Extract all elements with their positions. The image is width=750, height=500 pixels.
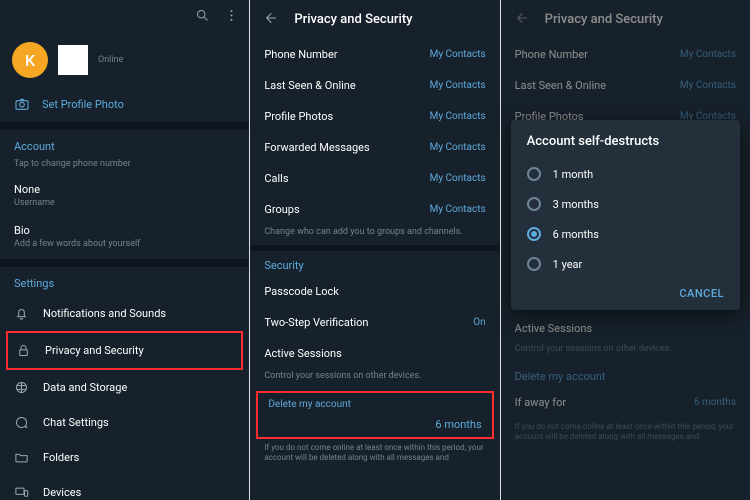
security-header: Security — [250, 245, 499, 276]
profile-row[interactable]: K Online — [0, 34, 249, 86]
chat-icon — [14, 415, 29, 430]
privacy-title: Privacy and Security — [545, 12, 663, 27]
settings-panel: K Online Set Profile Photo Account Tap t… — [0, 0, 249, 500]
sidebar-item-notifications[interactable]: Notifications and Sounds — [0, 296, 249, 331]
delete-account-box[interactable]: Delete my account 6 months — [256, 391, 493, 439]
search-icon[interactable] — [195, 8, 210, 26]
set-photo-label: Set Profile Photo — [42, 98, 124, 111]
sidebar-item-folders[interactable]: Folders — [0, 440, 249, 475]
row-value: My Contacts — [430, 49, 486, 60]
back-icon — [513, 10, 529, 29]
sidebar-item-label: Chat Settings — [43, 416, 109, 429]
option-label: 3 months — [553, 198, 599, 211]
sidebar-item-label: Notifications and Sounds — [43, 307, 166, 320]
more-icon[interactable] — [224, 8, 239, 26]
row-label: Phone Number — [264, 48, 337, 61]
sessions-hint: Control your sessions on other devices. — [250, 369, 499, 389]
radio-icon — [527, 167, 541, 181]
option-1-year[interactable]: 1 year — [527, 249, 724, 279]
row-profile-photos[interactable]: Profile Photos My Contacts — [250, 101, 499, 132]
privacy-title: Privacy and Security — [294, 12, 412, 27]
delete-header: Delete my account — [258, 393, 491, 412]
row-two-step[interactable]: Two-Step Verification On — [250, 307, 499, 338]
bio-field[interactable]: Bio Add a few words about yourself — [0, 218, 249, 259]
row-label: Groups — [264, 203, 299, 216]
groups-hint: Change who can add you to groups and cha… — [250, 225, 499, 245]
privacy-panel: Privacy and Security Phone Number My Cont… — [250, 0, 499, 500]
folder-icon — [14, 450, 29, 465]
cancel-button[interactable]: CANCEL — [679, 287, 724, 300]
row-value: My Contacts — [430, 204, 486, 215]
option-label: 6 months — [553, 228, 599, 241]
privacy-toolbar: Privacy and Security — [250, 0, 499, 39]
data-icon — [14, 380, 29, 395]
section-account: Account — [0, 122, 249, 159]
username-sub: Username — [14, 198, 235, 208]
back-icon[interactable] — [262, 10, 278, 29]
sidebar-item-devices[interactable]: Devices — [0, 475, 249, 500]
profile-status: Online — [98, 55, 123, 65]
privacy-panel-modal: Privacy and Security Phone NumberMy Cont… — [501, 0, 750, 500]
sidebar-item-label: Data and Storage — [43, 381, 127, 394]
row-label: Last Seen & Online — [264, 79, 355, 92]
camera-icon — [14, 96, 30, 112]
row-value: On — [473, 317, 485, 328]
option-3-months[interactable]: 3 months — [527, 189, 724, 219]
sidebar-item-label: Devices — [43, 486, 81, 499]
row-forwarded[interactable]: Forwarded Messages My Contacts — [250, 132, 499, 163]
avatar-thumb — [58, 45, 88, 75]
row-value: My Contacts — [430, 173, 486, 184]
phone-hint[interactable]: Tap to change phone number — [0, 159, 249, 177]
radio-icon — [527, 227, 541, 241]
sidebar-item-privacy[interactable]: Privacy and Security — [6, 331, 243, 370]
lock-icon — [16, 343, 31, 358]
option-label: 1 month — [553, 168, 594, 181]
row-value: My Contacts — [430, 142, 486, 153]
sidebar-item-label: Folders — [43, 451, 79, 464]
devices-icon — [14, 485, 29, 500]
row-label: Calls — [264, 172, 288, 185]
row-groups[interactable]: Groups My Contacts — [250, 194, 499, 225]
row-label: Two-Step Verification — [264, 316, 368, 329]
row-value: My Contacts — [430, 111, 486, 122]
radio-icon — [527, 197, 541, 211]
username-field[interactable]: None Username — [0, 177, 249, 218]
row-sessions[interactable]: Active Sessions — [250, 338, 499, 369]
delete-hint: If you do not come online at least once … — [250, 439, 499, 468]
bell-icon — [14, 306, 29, 321]
sidebar-item-label: Privacy and Security — [45, 344, 144, 357]
dialog-title: Account self-destructs — [527, 134, 724, 149]
row-phone-number[interactable]: Phone Number My Contacts — [250, 39, 499, 70]
delete-value: 6 months — [435, 418, 481, 431]
option-label: 1 year — [553, 258, 583, 271]
set-profile-photo[interactable]: Set Profile Photo — [0, 86, 249, 122]
avatar: K — [12, 42, 48, 78]
username-value: None — [14, 183, 235, 196]
settings-toolbar — [0, 0, 249, 34]
row-label: Active Sessions — [264, 347, 341, 360]
row-passcode[interactable]: Passcode Lock — [250, 276, 499, 307]
row-label: Profile Photos — [264, 110, 333, 123]
section-settings: Settings — [0, 259, 249, 296]
sidebar-item-data[interactable]: Data and Storage — [0, 370, 249, 405]
option-6-months[interactable]: 6 months — [527, 219, 724, 249]
row-last-seen[interactable]: Last Seen & Online My Contacts — [250, 70, 499, 101]
row-label: Passcode Lock — [264, 285, 339, 298]
row-calls[interactable]: Calls My Contacts — [250, 163, 499, 194]
row-label: Forwarded Messages — [264, 141, 369, 154]
privacy-rows: Phone Number My Contacts Last Seen & Onli… — [250, 39, 499, 225]
bio-sub: Add a few words about yourself — [14, 239, 235, 249]
bio-value: Bio — [14, 224, 235, 237]
row-value: My Contacts — [430, 80, 486, 91]
option-1-month[interactable]: 1 month — [527, 159, 724, 189]
radio-icon — [527, 257, 541, 271]
sidebar-item-chat[interactable]: Chat Settings — [0, 405, 249, 440]
self-destruct-dialog: Account self-destructs 1 month 3 months … — [511, 120, 740, 310]
